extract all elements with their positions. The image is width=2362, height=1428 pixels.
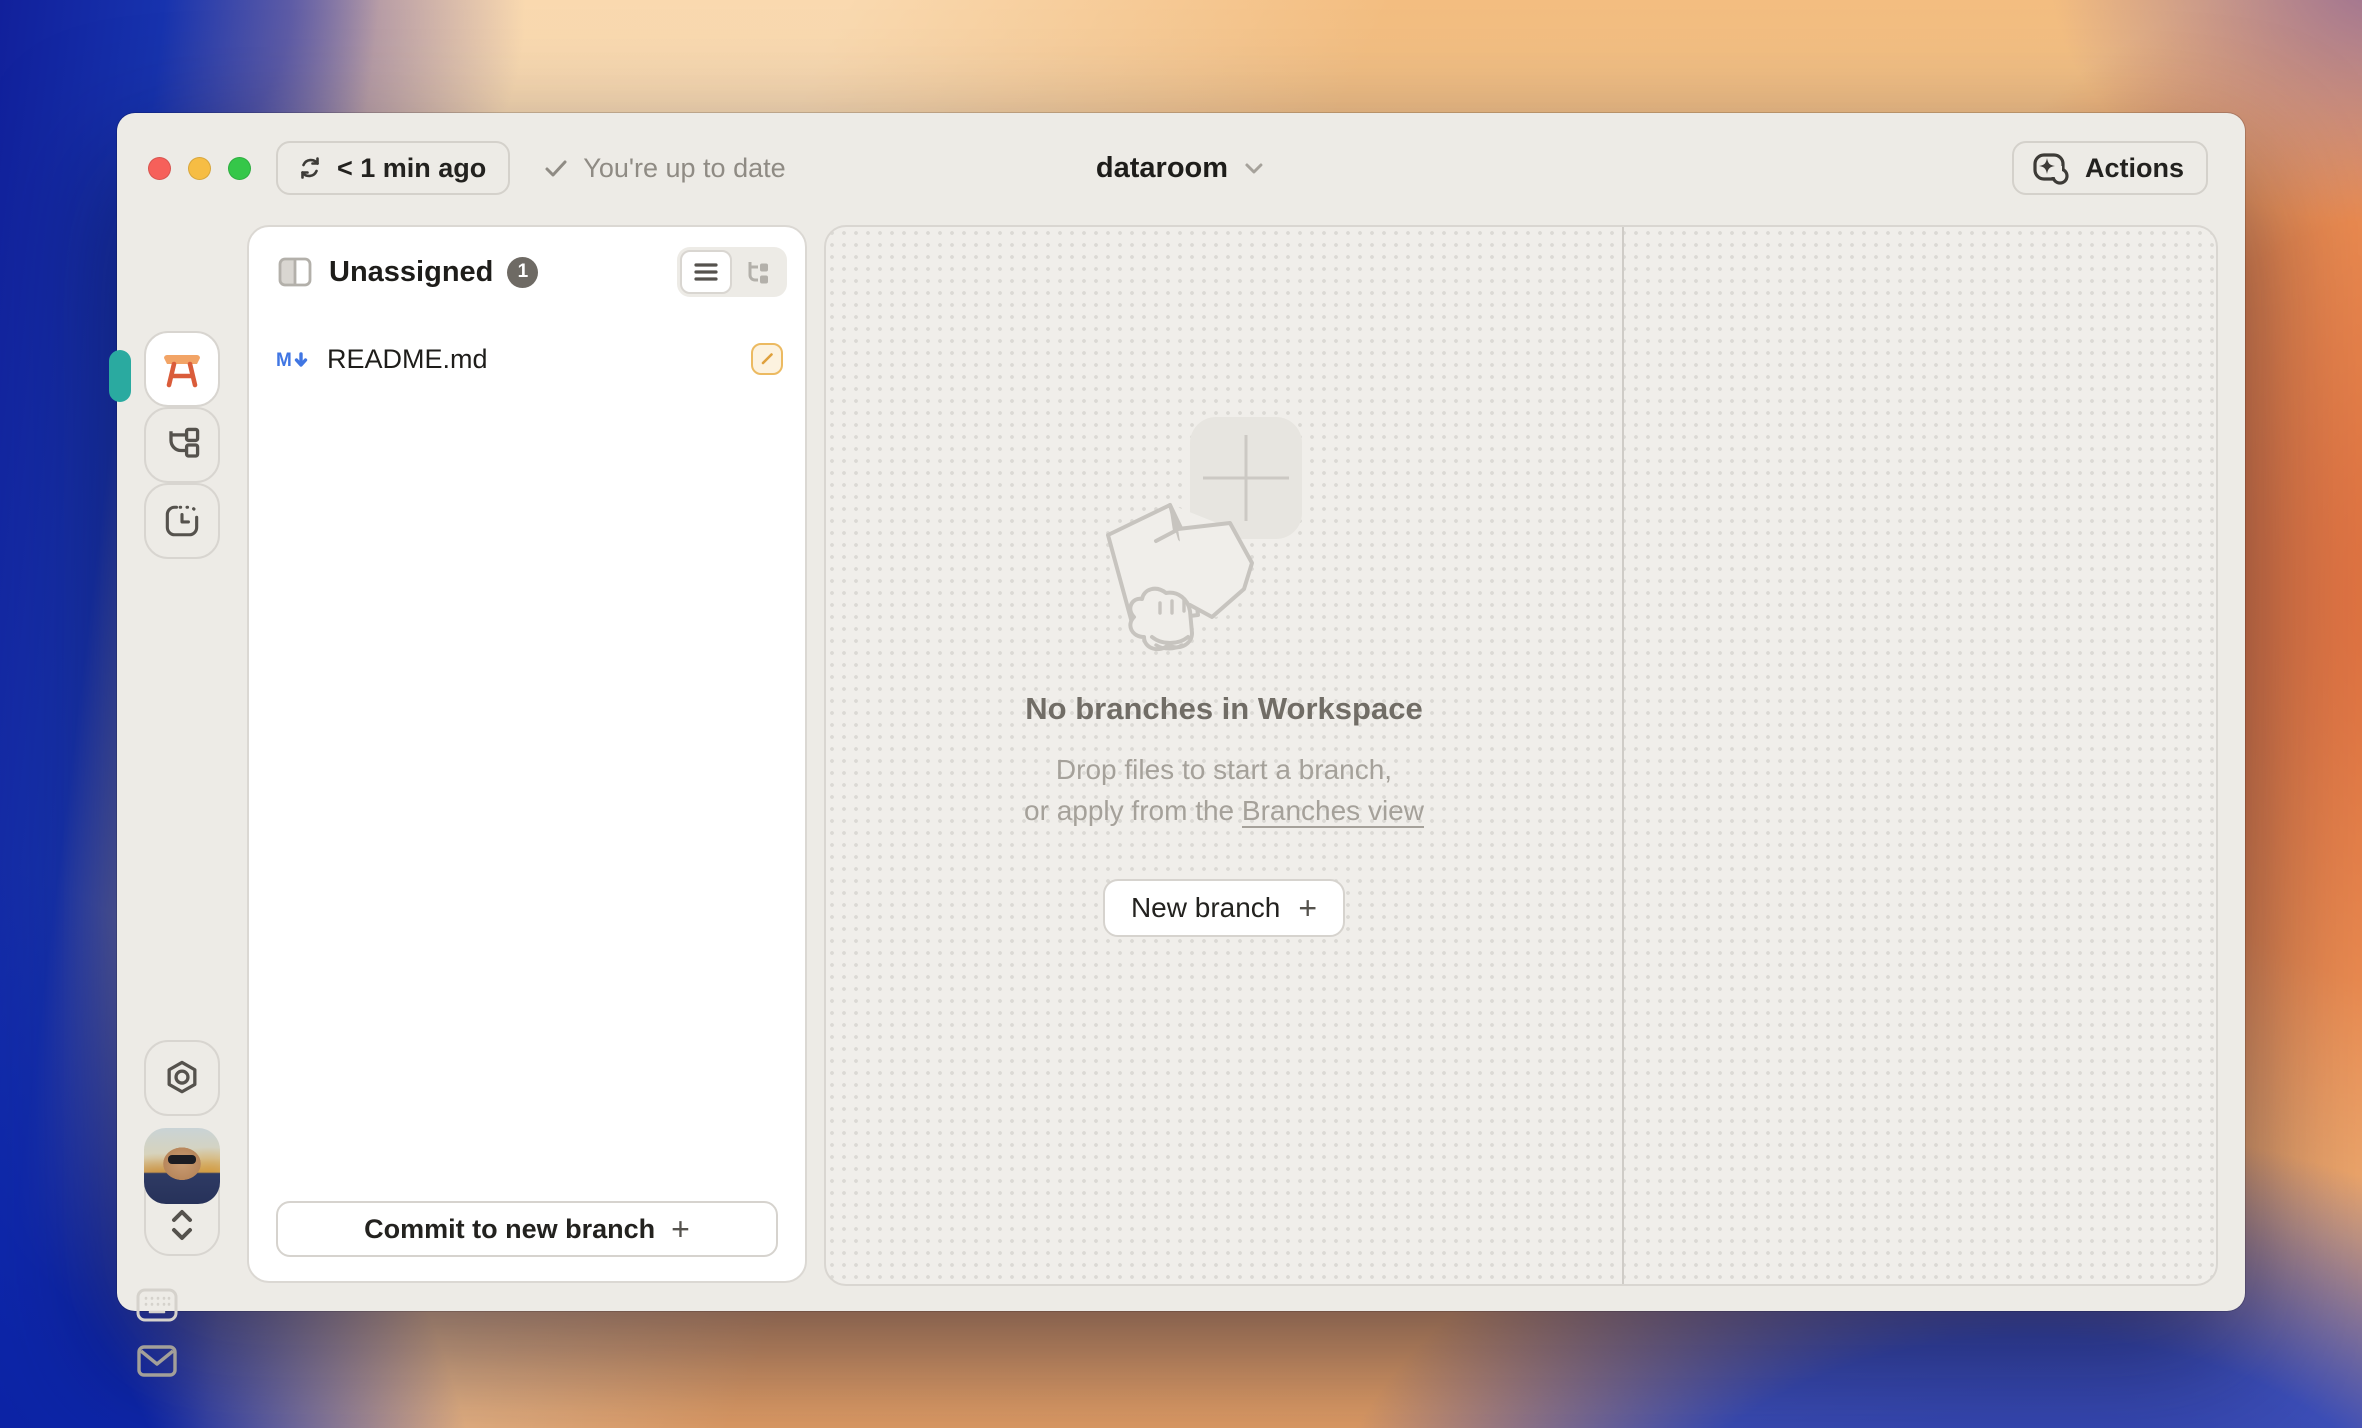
- rail-item-workspace[interactable]: [144, 331, 220, 407]
- unassigned-icon: [277, 254, 313, 290]
- unassigned-count-badge: 1: [507, 257, 538, 288]
- list-view-button[interactable]: [680, 250, 732, 294]
- commit-button-label: Commit to new branch: [364, 1214, 655, 1245]
- file-row[interactable]: M README.md: [275, 335, 783, 383]
- new-branch-button[interactable]: New branch +: [1103, 879, 1345, 937]
- empty-state-subtitle: Drop files to start a branch, or apply f…: [1024, 749, 1424, 831]
- sync-button[interactable]: < 1 min ago: [276, 141, 510, 195]
- tree-view-button[interactable]: [732, 250, 784, 294]
- gear-icon: [160, 1056, 204, 1100]
- chevron-updown-icon: [146, 1204, 218, 1246]
- butler-table-icon: [159, 348, 205, 390]
- tree-view-icon: [744, 259, 772, 285]
- toolbar: < 1 min ago You're up to date dataroom: [117, 113, 2245, 223]
- status-label: You're up to date: [583, 153, 785, 184]
- list-view-icon: [692, 260, 720, 284]
- online-indicator: [109, 350, 131, 402]
- file-name: README.md: [327, 344, 488, 375]
- modified-status-icon: [751, 343, 783, 375]
- close-button[interactable]: [148, 157, 171, 180]
- unassigned-title: Unassigned: [329, 256, 493, 289]
- avatar-sunglasses: [168, 1155, 196, 1164]
- chevron-down-icon: [1242, 156, 1266, 180]
- mail-icon[interactable]: [137, 1345, 177, 1377]
- actions-label: Actions: [2085, 153, 2184, 184]
- unassigned-panel: Unassigned 1: [247, 225, 807, 1283]
- new-branch-label: New branch: [1131, 892, 1280, 924]
- branches-icon: [160, 423, 204, 467]
- lane-divider: [1622, 227, 1624, 1284]
- rail-item-settings[interactable]: [144, 1040, 220, 1116]
- commit-to-new-branch-button[interactable]: Commit to new branch +: [276, 1201, 778, 1257]
- sync-icon: [296, 154, 324, 182]
- minimize-button[interactable]: [188, 157, 211, 180]
- sync-label: < 1 min ago: [337, 153, 486, 184]
- markdown-icon: M: [275, 345, 311, 373]
- left-rail: [117, 223, 247, 1311]
- rail-item-history[interactable]: [144, 483, 220, 559]
- branches-view-link[interactable]: Branches view: [1242, 795, 1424, 828]
- empty-line2: or apply from the: [1024, 795, 1242, 826]
- view-toggle: [677, 247, 787, 297]
- unassigned-header: Unassigned 1: [249, 227, 805, 297]
- checkmark-icon: [542, 154, 570, 182]
- drop-illustration: [1094, 417, 1354, 653]
- workspace-canvas[interactable]: No branches in Workspace Drop files to s…: [824, 225, 2218, 1286]
- plus-icon: +: [1298, 892, 1317, 924]
- avatar[interactable]: [144, 1128, 220, 1204]
- project-name: dataroom: [1096, 152, 1228, 185]
- history-clock-icon: [160, 499, 204, 543]
- traffic-lights: [148, 157, 251, 180]
- actions-button[interactable]: Actions: [2012, 141, 2208, 195]
- workspace-empty-state: No branches in Workspace Drop files to s…: [826, 227, 1622, 1284]
- zoom-button[interactable]: [228, 157, 251, 180]
- profile-switcher[interactable]: [144, 1128, 220, 1256]
- svg-text:M: M: [276, 350, 292, 371]
- sync-status: You're up to date: [542, 153, 785, 184]
- empty-state-title: No branches in Workspace: [1025, 691, 1422, 727]
- empty-line1: Drop files to start a branch,: [1056, 754, 1392, 785]
- plus-icon: +: [671, 1213, 690, 1245]
- rail-item-branches[interactable]: [144, 407, 220, 483]
- actions-sparkle-icon: [2028, 146, 2072, 190]
- project-switcher[interactable]: dataroom: [1096, 113, 1266, 223]
- app-window: < 1 min ago You're up to date dataroom: [117, 113, 2245, 1311]
- paper-hand-illustration: [1094, 497, 1304, 657]
- keyboard-icon[interactable]: [136, 1288, 178, 1322]
